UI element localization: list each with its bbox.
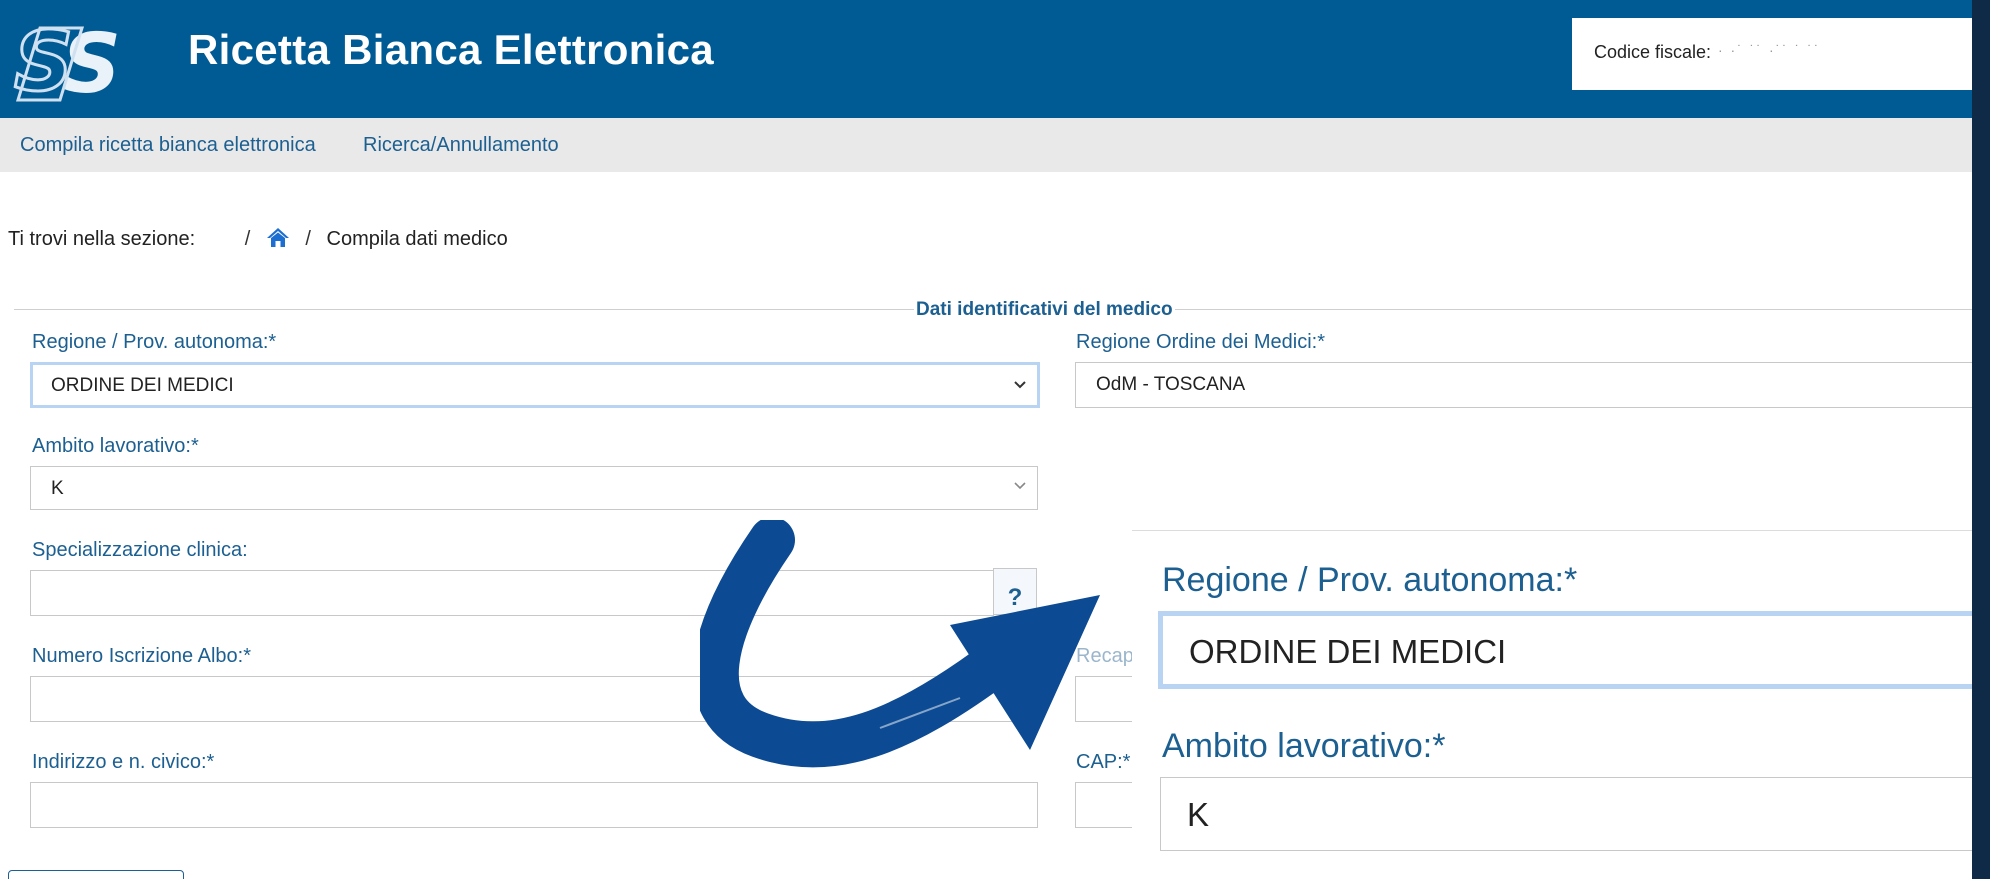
curved-arrow-annotation: [700, 520, 1100, 768]
app-title: Ricetta Bianca Elettronica: [188, 26, 714, 73]
regione-ordine-field[interactable]: OdM - TOSCANA: [1075, 362, 1990, 408]
breadcrumb: Ti trovi nella sezione: / / Compila dati…: [8, 226, 508, 254]
zoom-regione-label: Regione / Prov. autonoma:*: [1162, 561, 1578, 599]
fieldset-legend: Dati identificativi del medico: [914, 299, 1175, 321]
nav-ricerca-annullamento[interactable]: Ricerca/Annullamento: [363, 134, 559, 157]
regione-select[interactable]: ORDINE DEI MEDICI: [30, 362, 1040, 408]
frame-edge: [1972, 0, 1990, 879]
breadcrumb-current: Compila dati medico: [326, 228, 508, 250]
breadcrumb-prefix: Ti trovi nella sezione:: [8, 228, 196, 250]
codice-fiscale-value-redacted: · ·˙ ˙˙ ·˙˙ ˙ ˙˙: [1718, 42, 1821, 58]
specializzazione-label: Specializzazione clinica:: [32, 539, 248, 561]
breadcrumb-separator: /: [244, 228, 251, 250]
indirizzo-label: Indirizzo e n. civico:*: [32, 751, 215, 773]
ambito-select[interactable]: K: [30, 466, 1038, 510]
regione-label: Regione / Prov. autonoma:*: [32, 331, 277, 353]
nav-compila-ricetta[interactable]: Compila ricetta bianca elettronica: [20, 134, 316, 157]
zoom-ambito-field: K: [1160, 777, 1972, 851]
app-window: S S Ricetta Bianca Elettronica Codice fi…: [0, 0, 1990, 879]
home-icon[interactable]: [266, 226, 290, 254]
zoom-regione-value: ORDINE DEI MEDICI: [1189, 633, 1507, 670]
regione-select-value: ORDINE DEI MEDICI: [51, 375, 234, 396]
regione-ordine-value: OdM - TOSCANA: [1096, 374, 1246, 395]
ambito-select-value: K: [51, 478, 64, 499]
regione-ordine-label: Regione Ordine dei Medici:*: [1076, 331, 1326, 353]
form-action-button[interactable]: [8, 870, 184, 879]
codice-fiscale-box: Codice fiscale: · ·˙ ˙˙ ·˙˙ ˙ ˙˙: [1572, 18, 1972, 90]
zoom-inset: Regione / Prov. autonoma:* ORDINE DEI ME…: [1132, 530, 1972, 879]
numero-albo-label: Numero Iscrizione Albo:*: [32, 645, 251, 667]
app-header: S S Ricetta Bianca Elettronica Codice fi…: [0, 0, 1990, 118]
breadcrumb-separator: /: [305, 228, 311, 250]
sts-logo: S S: [13, 14, 122, 109]
zoom-ambito-value: K: [1187, 796, 1210, 833]
chevron-down-icon: [1014, 482, 1026, 490]
zoom-regione-field: ORDINE DEI MEDICI: [1158, 611, 1972, 689]
zoom-ambito-label: Ambito lavorativo:*: [1162, 727, 1446, 765]
codice-fiscale-label: Codice fiscale:: [1594, 42, 1712, 62]
ambito-label: Ambito lavorativo:*: [32, 435, 199, 457]
chevron-down-icon: [1014, 381, 1026, 389]
nav-bar: Compila ricetta bianca elettronica Ricer…: [0, 118, 1990, 172]
indirizzo-input[interactable]: [30, 782, 1038, 828]
